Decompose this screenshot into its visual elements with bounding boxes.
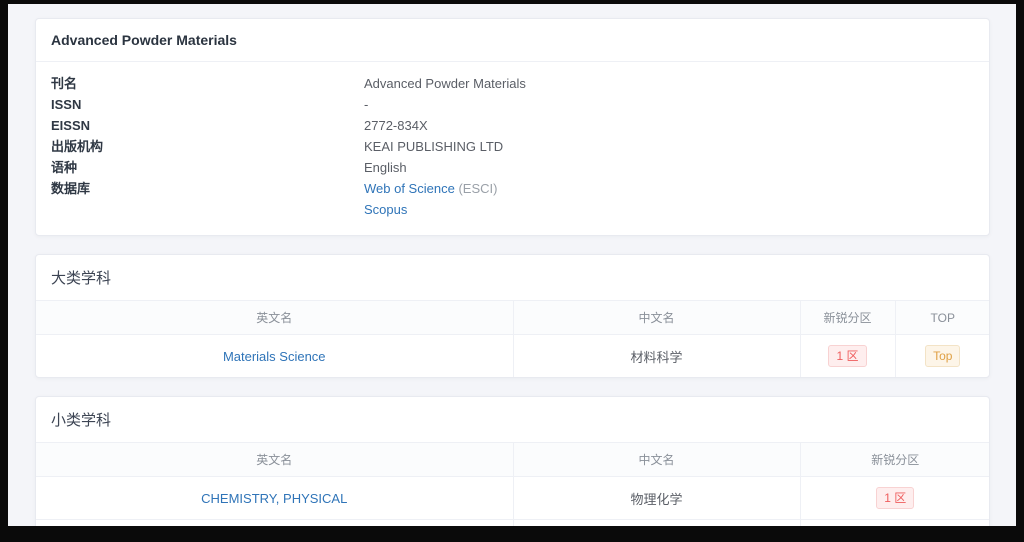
database-line: Web of Science (ESCI) bbox=[364, 182, 497, 196]
field-label: EISSN bbox=[51, 119, 364, 133]
field-label: 数据库 bbox=[51, 182, 364, 196]
cell-english-name: MATERIALS SCIENCE, MULTIDISCIPLINARY bbox=[36, 520, 513, 527]
cell-partition: 1 区 bbox=[800, 477, 990, 520]
database-links: Web of Science (ESCI) Scopus bbox=[364, 182, 497, 217]
field-row-language: 语种 English bbox=[51, 158, 974, 179]
field-value: English bbox=[364, 161, 407, 175]
minor-category-title: 小类学科 bbox=[36, 397, 989, 443]
column-header-english-name: 英文名 bbox=[36, 301, 513, 335]
cell-partition: 1 区 bbox=[800, 335, 895, 378]
screenshot-frame: Advanced Powder Materials 刊名 Advanced Po… bbox=[0, 0, 1024, 542]
column-header-chinese-name: 中文名 bbox=[513, 301, 800, 335]
cell-chinese-name: 材料科学 bbox=[513, 335, 800, 378]
cell-english-name: Materials Science bbox=[36, 335, 513, 378]
field-row-journal-name: 刊名 Advanced Powder Materials bbox=[51, 74, 974, 95]
field-row-publisher: 出版机构 KEAI PUBLISHING LTD bbox=[51, 137, 974, 158]
major-category-card: 大类学科 英文名 中文名 新锐分区 TOP Materials bbox=[35, 254, 990, 378]
field-value: Advanced Powder Materials bbox=[364, 77, 526, 91]
journal-info-card: Advanced Powder Materials 刊名 Advanced Po… bbox=[35, 18, 990, 236]
category-link-chemistry-physical[interactable]: CHEMISTRY, PHYSICAL bbox=[201, 491, 347, 506]
cell-partition: 1 区 bbox=[800, 520, 990, 527]
cell-top: Top bbox=[895, 335, 990, 378]
journal-title: Advanced Powder Materials bbox=[36, 19, 989, 62]
field-label: 语种 bbox=[51, 161, 364, 175]
column-header-english-name: 英文名 bbox=[36, 443, 513, 477]
database-suffix: (ESCI) bbox=[458, 181, 497, 196]
web-of-science-link[interactable]: Web of Science bbox=[364, 181, 455, 196]
table-header-row: 英文名 中文名 新锐分区 TOP bbox=[36, 301, 990, 335]
field-value: KEAI PUBLISHING LTD bbox=[364, 140, 503, 154]
cell-english-name: CHEMISTRY, PHYSICAL bbox=[36, 477, 513, 520]
cell-chinese-name: 物理化学 bbox=[513, 477, 800, 520]
partition-badge: 1 区 bbox=[876, 487, 914, 509]
field-row-databases: 数据库 Web of Science (ESCI) Scopus bbox=[51, 179, 974, 221]
minor-category-table: 英文名 中文名 新锐分区 CHEMISTRY, PHYSICAL 物理化学 bbox=[36, 443, 990, 526]
table-header-row: 英文名 中文名 新锐分区 bbox=[36, 443, 990, 477]
column-header-partition: 新锐分区 bbox=[800, 301, 895, 335]
cell-chinese-name: 材料科学：综合 bbox=[513, 520, 800, 527]
column-header-partition: 新锐分区 bbox=[800, 443, 990, 477]
category-link-materials-science[interactable]: Materials Science bbox=[223, 349, 326, 364]
content-container: Advanced Powder Materials 刊名 Advanced Po… bbox=[35, 4, 990, 526]
major-category-title: 大类学科 bbox=[36, 255, 989, 301]
journal-fields: 刊名 Advanced Powder Materials ISSN - EISS… bbox=[36, 62, 989, 235]
field-row-eissn: EISSN 2772-834X bbox=[51, 116, 974, 137]
minor-category-card: 小类学科 英文名 中文名 新锐分区 CHEMISTRY, PHYSICAL bbox=[35, 396, 990, 526]
column-header-chinese-name: 中文名 bbox=[513, 443, 800, 477]
field-value: 2772-834X bbox=[364, 119, 428, 133]
field-label: 出版机构 bbox=[51, 140, 364, 154]
major-category-table: 英文名 中文名 新锐分区 TOP Materials Science 材料科学 bbox=[36, 301, 990, 377]
column-header-top: TOP bbox=[895, 301, 990, 335]
table-row: MATERIALS SCIENCE, MULTIDISCIPLINARY 材料科… bbox=[36, 520, 990, 527]
field-value: - bbox=[364, 98, 368, 112]
table-row: Materials Science 材料科学 1 区 Top bbox=[36, 335, 990, 378]
scopus-link[interactable]: Scopus bbox=[364, 202, 407, 217]
field-label: ISSN bbox=[51, 98, 364, 112]
database-line: Scopus bbox=[364, 203, 497, 217]
top-badge: Top bbox=[925, 345, 960, 367]
page-background: Advanced Powder Materials 刊名 Advanced Po… bbox=[8, 4, 1016, 526]
field-label: 刊名 bbox=[51, 77, 364, 91]
table-row: CHEMISTRY, PHYSICAL 物理化学 1 区 bbox=[36, 477, 990, 520]
field-row-issn: ISSN - bbox=[51, 95, 974, 116]
partition-badge: 1 区 bbox=[828, 345, 866, 367]
